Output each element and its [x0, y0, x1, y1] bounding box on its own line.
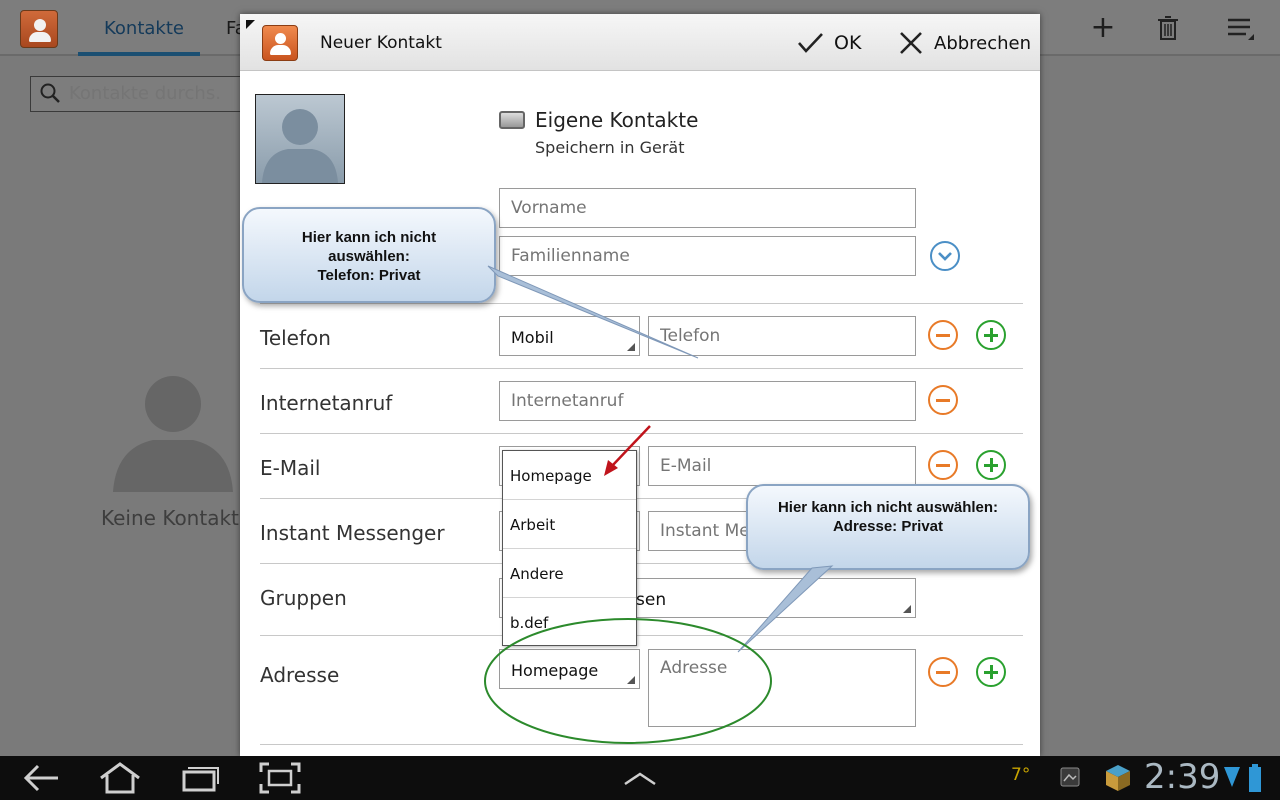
home-icon[interactable] [97, 762, 143, 794]
contact-photo-button[interactable] [255, 94, 345, 184]
phone-label: Telefon [260, 326, 331, 350]
battery-icon [1249, 764, 1261, 792]
phone-type-select[interactable]: Mobil [499, 316, 640, 356]
trash-icon[interactable] [1152, 12, 1184, 44]
internet-call-field[interactable] [499, 381, 916, 421]
remove-phone-button[interactable] [928, 320, 958, 350]
callout-line: Hier kann ich nicht [301, 229, 437, 246]
person-silhouette-icon [262, 109, 338, 183]
package-notification-icon[interactable] [1102, 761, 1134, 793]
tab-contacts[interactable]: Kontakte [104, 18, 184, 39]
address-label: Adresse [260, 663, 340, 687]
chevron-up-icon[interactable] [617, 762, 663, 794]
callout-line: Hier kann ich nicht auswählen: [777, 499, 999, 516]
add-contact-icon[interactable]: + [1087, 12, 1119, 44]
account-subtitle: Speichern in Gerät [535, 138, 685, 157]
screenshot-icon[interactable] [257, 762, 303, 794]
divider [260, 635, 1023, 636]
chevron-down-icon [938, 252, 952, 261]
dialog-header: Neuer Kontakt OK Abbrechen [240, 14, 1040, 71]
address-type-select[interactable]: Homepage [499, 649, 640, 689]
divider [260, 368, 1023, 369]
empty-avatar-icon [113, 376, 233, 492]
wifi-icon [1224, 767, 1240, 787]
temperature-indicator: 7° [1011, 765, 1031, 785]
internet-call-label: Internetanruf [260, 391, 393, 415]
dropdown-option-custom[interactable]: b.def [503, 598, 636, 647]
email-label: E-Mail [260, 456, 321, 480]
dialog-title: Neuer Kontakt [320, 33, 442, 53]
back-icon[interactable] [18, 762, 64, 794]
first-name-field[interactable] [499, 188, 916, 228]
empty-state-text: Keine Kontakt [101, 506, 239, 530]
address-field[interactable] [648, 649, 916, 727]
close-icon [900, 32, 922, 54]
new-contact-dialog: Neuer Kontakt OK Abbrechen Eigene Kontak… [240, 14, 1040, 756]
ok-button[interactable]: OK [796, 28, 861, 58]
recent-apps-icon[interactable] [178, 762, 224, 794]
type-dropdown-list: Homepage Arbeit Andere b.def [502, 450, 637, 646]
email-field[interactable] [648, 446, 916, 486]
remove-email-button[interactable] [928, 450, 958, 480]
gallery-notification-icon[interactable] [1060, 767, 1080, 787]
contacts-app-icon [20, 10, 58, 48]
remove-address-button[interactable] [928, 657, 958, 687]
add-address-button[interactable] [976, 657, 1006, 687]
cancel-button[interactable]: Abbrechen [898, 28, 1031, 58]
callout-line: Telefon: Privat [317, 267, 421, 284]
groups-label: Gruppen [260, 586, 347, 610]
corner-marker [246, 20, 255, 29]
cancel-label: Abbrechen [934, 32, 1032, 54]
checkmark-icon [798, 33, 823, 53]
phone-field[interactable] [648, 316, 916, 356]
annotation-callout-phone: Hier kann ich nicht auswählen: Telefon: … [242, 207, 496, 303]
overflow-menu-icon[interactable] [1224, 12, 1256, 44]
im-label: Instant Messenger [260, 521, 445, 545]
add-email-button[interactable] [976, 450, 1006, 480]
ok-label: OK [834, 32, 862, 54]
remove-internet-call-button[interactable] [928, 385, 958, 415]
search-icon [40, 83, 60, 103]
add-phone-button[interactable] [976, 320, 1006, 350]
callout-line: auswählen: [328, 248, 410, 265]
system-navigation-bar [0, 756, 1280, 800]
dropdown-option-work[interactable]: Arbeit [503, 500, 636, 549]
device-storage-icon [499, 111, 525, 129]
last-name-field[interactable] [499, 236, 916, 276]
dropdown-option-homepage[interactable]: Homepage [503, 451, 636, 500]
expand-name-button[interactable] [930, 241, 960, 271]
annotation-callout-address: Hier kann ich nicht auswählen: Adresse: … [746, 484, 1030, 570]
divider [260, 303, 1023, 304]
status-clock: 2:39 [1144, 757, 1221, 797]
account-name: Eigene Kontakte [535, 108, 699, 132]
divider [260, 744, 1023, 745]
callout-line: Adresse: Privat [832, 518, 944, 535]
divider [260, 433, 1023, 434]
contact-icon [262, 25, 298, 61]
dropdown-option-other[interactable]: Andere [503, 549, 636, 598]
tab-selected-indicator [78, 52, 200, 56]
